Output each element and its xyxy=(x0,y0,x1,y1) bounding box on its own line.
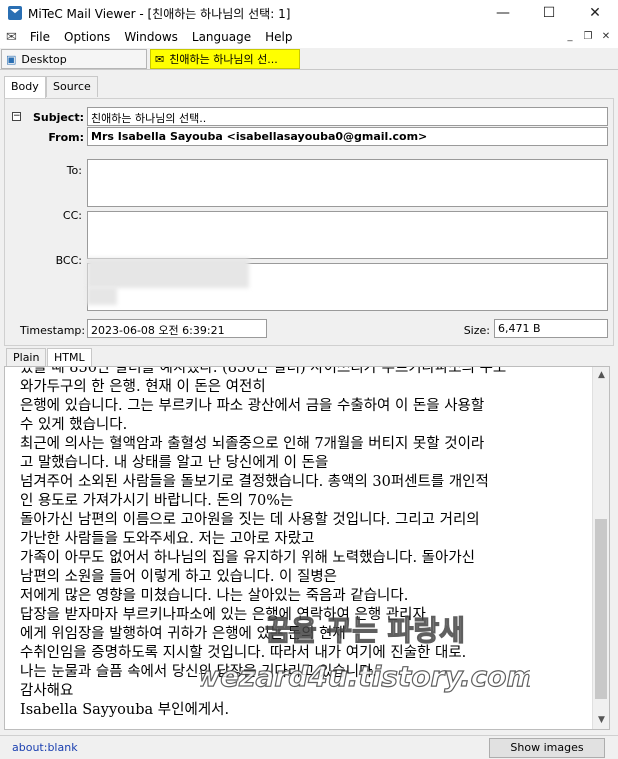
collapse-icon[interactable]: − xyxy=(12,112,21,121)
menu-options[interactable]: Options xyxy=(57,30,117,44)
tab-source[interactable]: Source xyxy=(46,76,98,97)
to-field[interactable] xyxy=(87,159,608,207)
subject-label: Subject: xyxy=(32,111,84,124)
body-format-tabs: Plain HTML xyxy=(0,348,618,366)
body-line: 저에게 많은 영향을 미쳤습니다. 나는 살아있는 죽음과 같습니다. xyxy=(20,588,409,604)
body-line: 수 있게 했습니다. xyxy=(20,417,128,433)
tab-plain[interactable]: Plain xyxy=(6,348,47,366)
body-line: Isabella Sayyouba 부인에게서. xyxy=(20,702,230,718)
envelope-icon: ✉ xyxy=(6,29,17,45)
mdi-close-button[interactable]: ✕ xyxy=(598,29,614,45)
title-bar: MiTeC Mail Viewer - [친애하는 하나님의 선택: 1] — … xyxy=(0,0,618,26)
body-line: 감사해요 xyxy=(20,683,74,699)
body-line: 에게 위임장을 발행하여 귀하가 은행에 있는 돈의 현재 xyxy=(20,626,346,642)
body-line: 최근에 의사는 혈액암과 출혈성 뇌졸중으로 인해 7개월을 버티지 못할 것이… xyxy=(20,436,485,452)
from-field[interactable]: Mrs Isabella Sayouba <isabellasayouba0@g… xyxy=(87,127,608,146)
tab-desktop-label: Desktop xyxy=(21,52,67,66)
tab-html[interactable]: HTML xyxy=(47,348,92,366)
body-line: 수취인임을 증명하도록 지시할 것입니다. 따라서 내가 여기에 진술한 대로. xyxy=(20,645,467,661)
body-line: 고 말했습니다. 내 상태를 알고 난 당신에게 이 돈을 xyxy=(20,455,329,471)
body-line: 가족이 아무도 없어서 하나님의 집을 유지하기 위해 노력했습니다. 돌아가신 xyxy=(20,550,476,566)
redacted-area xyxy=(87,287,117,305)
from-label: From: xyxy=(48,131,84,144)
menu-bar: ✉ File Options Windows Language Help _ ❐… xyxy=(0,26,618,48)
document-tabs: ▣ Desktop ✉ 친애하는 하나님의 선... xyxy=(0,48,618,70)
mdi-controls: _ ❐ ✕ xyxy=(562,29,614,45)
redacted-area xyxy=(87,258,249,288)
body-line: 답장을 받자마자 부르키나파소에 있는 은행에 연락하여 은행 관리자 xyxy=(20,607,426,623)
envelope-icon: ✉ xyxy=(155,52,165,66)
timestamp-field[interactable]: 2023-06-08 오전 6:39:21 xyxy=(87,319,267,338)
tab-message-label: 친애하는 하나님의 선... xyxy=(169,53,278,66)
subject-field[interactable]: 친애하는 하나님의 선택.. xyxy=(87,107,608,126)
mail-app-icon xyxy=(8,6,22,20)
maximize-button[interactable]: ☐ xyxy=(526,0,572,26)
body-line: 가난한 사람들을 도와주세요. 저는 고아로 자랐고 xyxy=(20,531,315,547)
tab-desktop[interactable]: ▣ Desktop xyxy=(1,49,147,69)
scroll-down-icon[interactable]: ▼ xyxy=(593,712,609,729)
message-text: 있을 때 850만 달러를 예치했다. (850만 달러) 사이쓰리가 부르키나… xyxy=(20,366,586,720)
body-line: 은행에 있습니다. 그는 부르키나 파소 광산에서 금을 수출하여 이 돈을 사… xyxy=(20,398,485,414)
body-line: 와가두구의 한 은행. 현재 이 돈은 여전히 xyxy=(20,379,266,395)
vertical-scrollbar[interactable]: ▲ ▼ xyxy=(592,367,609,729)
to-label: To: xyxy=(66,164,82,177)
desktop-icon: ▣ xyxy=(6,52,17,66)
menu-help[interactable]: Help xyxy=(258,30,299,44)
mdi-minimize-button[interactable]: _ xyxy=(562,29,578,45)
size-label: Size: xyxy=(463,324,490,337)
body-line: 인 용도로 가져가시기 바랍니다. 돈의 70%는 xyxy=(20,493,294,509)
tab-body[interactable]: Body xyxy=(4,76,46,99)
tab-message[interactable]: ✉ 친애하는 하나님의 선... xyxy=(150,49,300,69)
body-line: 있을 때 850만 달러를 예치했다. (850만 달러) 사이쓰리가 부르키나… xyxy=(20,366,507,376)
scroll-up-icon[interactable]: ▲ xyxy=(593,367,609,384)
message-body[interactable]: 있을 때 850만 달러를 예치했다. (850만 달러) 사이쓰리가 부르키나… xyxy=(4,366,610,730)
cc-label: CC: xyxy=(62,209,82,222)
status-bar: about:blank Show images xyxy=(0,735,618,759)
minimize-button[interactable]: — xyxy=(480,0,526,26)
menu-language[interactable]: Language xyxy=(185,30,258,44)
timestamp-label: Timestamp: xyxy=(20,324,86,337)
view-tabs: Body Source xyxy=(0,76,618,99)
window-controls: — ☐ ✕ xyxy=(480,0,618,26)
scroll-thumb[interactable] xyxy=(595,519,607,699)
cc-field[interactable] xyxy=(87,211,608,259)
menu-file[interactable]: File xyxy=(23,30,57,44)
body-line: 나는 눈물과 슬픔 속에서 당신의 답장을 기다리고 있습니다. xyxy=(20,664,378,680)
close-button[interactable]: ✕ xyxy=(572,0,618,26)
body-line: 넘겨주어 소외된 사람들을 돌보기로 결정했습니다. 총액의 30퍼센트를 개인… xyxy=(20,474,489,490)
window-title: MiTeC Mail Viewer - [친애하는 하나님의 선택: 1] xyxy=(28,6,291,21)
mdi-restore-button[interactable]: ❐ xyxy=(580,29,596,45)
size-field[interactable]: 6,471 B xyxy=(494,319,608,338)
body-line: 돌아가신 남편의 이름으로 고아원을 짓는 데 사용할 것입니다. 그리고 거리… xyxy=(20,512,480,528)
show-images-button[interactable]: Show images xyxy=(489,738,605,758)
bcc-label: BCC: xyxy=(55,254,82,267)
status-url: about:blank xyxy=(12,741,78,754)
menu-windows[interactable]: Windows xyxy=(117,30,185,44)
body-line: 남편의 소원을 들어 이렇게 하고 있습니다. 이 질병은 xyxy=(20,569,338,585)
